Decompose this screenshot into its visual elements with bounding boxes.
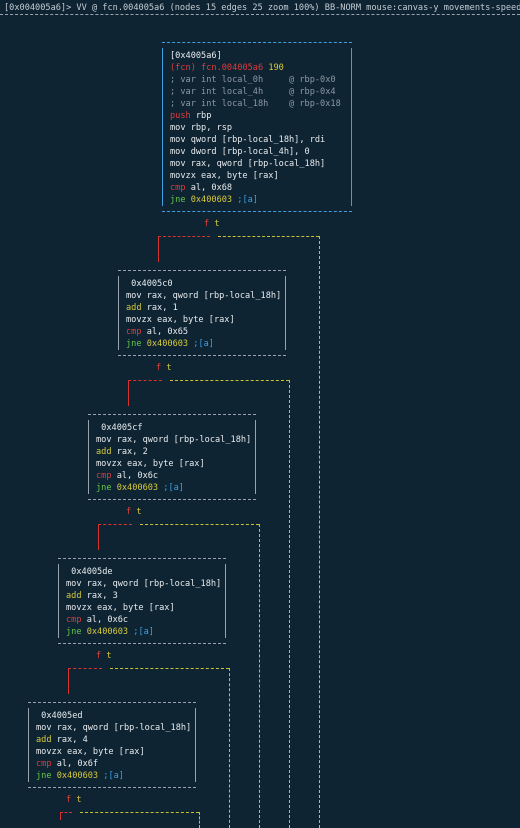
instr-mov: mov dword [rbp-local_4h], 0: [170, 147, 310, 157]
instr-movzx: movzx eax, byte [rax]: [96, 459, 205, 469]
block-right-border: [351, 48, 352, 206]
false-edge-horizontal: [68, 668, 102, 669]
block-right-border: [225, 564, 226, 638]
true-branch-label: t: [166, 363, 172, 373]
instr-cmp: cmp al, 0x6c: [66, 615, 129, 625]
instr-add: add rax, 2: [96, 447, 148, 457]
instr-add: add rax, 4: [36, 735, 88, 745]
false-edge-horizontal: [158, 236, 210, 237]
true-edge-rail: [289, 380, 290, 828]
block-address: 0x4005c0: [126, 279, 173, 289]
true-branch-label: t: [214, 219, 220, 229]
instr-movzx: movzx eax, byte [rax]: [126, 315, 235, 325]
branch-label: f t: [96, 650, 112, 662]
block-address: 0x4005cf: [96, 423, 143, 433]
instr-cmp: cmp al, 0x65: [126, 327, 189, 337]
block-left-border: [28, 708, 29, 782]
true-edge-rail: [259, 524, 260, 828]
instr-mov: mov rax, qword [rbp-local_18h]: [126, 291, 282, 301]
block-left-border: [118, 276, 119, 350]
instr-add: add rax, 3: [66, 591, 118, 601]
function-header: (fcn) fcn.004005a6 190: [170, 63, 284, 73]
false-edge-horizontal: [98, 524, 132, 525]
false-edge-vertical: [68, 668, 69, 694]
instr-cmp: cmp al, 0x6c: [96, 471, 159, 481]
block-left-border: [58, 564, 59, 638]
block-bottom-border: [162, 211, 352, 212]
false-edge-vertical: [128, 380, 129, 406]
true-edge-horizontal: [140, 524, 259, 525]
instr-cmp: cmp al, 0x6f: [36, 759, 99, 769]
basic-block-0x4005c0[interactable]: 0x4005c0 mov rax, qword [rbp-local_18h] …: [118, 270, 286, 356]
instr-mov: mov rax, qword [rbp-local_18h]: [170, 159, 326, 169]
block-top-border: [58, 558, 226, 559]
instr-mov: mov rax, qword [rbp-local_18h]: [66, 579, 222, 589]
var-local-4h: ; var int local_4h @ rbp-0x4: [170, 87, 336, 97]
status-separator: [0, 14, 520, 15]
true-edge-horizontal: [218, 236, 319, 237]
false-edge-vertical: [158, 236, 159, 262]
block-right-border: [285, 276, 286, 350]
instr-jne[interactable]: jne 0x400603 ;[a]: [170, 194, 341, 206]
false-edge-vertical: [60, 812, 61, 820]
true-branch-label: t: [76, 795, 82, 805]
true-branch-label: t: [106, 651, 112, 661]
basic-block-0x4005de[interactable]: 0x4005de mov rax, qword [rbp-local_18h] …: [58, 558, 226, 644]
false-edge-horizontal: [128, 380, 162, 381]
instr-jne[interactable]: jne 0x400603 ;[a]: [96, 482, 251, 494]
true-edge-horizontal: [110, 668, 229, 669]
instr-mov: mov rbp, rsp: [170, 123, 233, 133]
true-edge-horizontal: [170, 380, 289, 381]
block-address: 0x4005de: [66, 567, 113, 577]
branch-label: f t: [126, 506, 142, 518]
instr-push: push rbp: [170, 111, 212, 121]
true-edge-rail: [229, 668, 230, 828]
instr-movzx: movzx eax, byte [rax]: [36, 747, 145, 757]
basic-block-0x4005ed[interactable]: 0x4005ed mov rax, qword [rbp-local_18h] …: [28, 702, 196, 788]
instr-cmp: cmp al, 0x68: [170, 183, 233, 193]
false-edge-vertical: [98, 524, 99, 550]
instr-movzx: movzx eax, byte [rax]: [66, 603, 175, 613]
block-top-border: [118, 270, 286, 271]
true-branch-label: t: [136, 507, 142, 517]
block-top-border: [162, 42, 352, 43]
false-edge-horizontal: [60, 812, 72, 813]
var-local-18h: ; var int local_18h @ rbp-0x18: [170, 99, 341, 109]
true-edge-horizontal: [80, 812, 199, 813]
block-address: 0x4005ed: [36, 711, 83, 721]
block-right-border: [195, 708, 196, 782]
instr-mov: mov qword [rbp-local_18h], rdi: [170, 135, 326, 145]
block-bottom-border: [58, 643, 226, 644]
instr-jne[interactable]: jne 0x400603 ;[a]: [36, 770, 191, 782]
branch-label: f t: [156, 362, 172, 374]
block-bottom-border: [88, 499, 256, 500]
status-bar: [0x004005a6]> VV @ fcn.004005a6 (nodes 1…: [4, 3, 520, 13]
instr-add: add rax, 1: [126, 303, 178, 313]
var-local-0h: ; var int local_0h @ rbp-0x0: [170, 75, 336, 85]
instr-jne[interactable]: jne 0x400603 ;[a]: [66, 626, 221, 638]
instr-mov: mov rax, qword [rbp-local_18h]: [36, 723, 192, 733]
true-edge-rail: [319, 236, 320, 828]
true-edge-rail: [199, 812, 200, 828]
block-bottom-border: [118, 355, 286, 356]
basic-block-0x4005cf[interactable]: 0x4005cf mov rax, qword [rbp-local_18h] …: [88, 414, 256, 500]
branch-label: f t: [66, 794, 82, 806]
block-bottom-border: [28, 787, 196, 788]
branch-label: f t: [204, 218, 220, 230]
block-left-border: [88, 420, 89, 494]
instr-movzx: movzx eax, byte [rax]: [170, 171, 279, 181]
entry-basic-block[interactable]: [0x4005a6] (fcn) fcn.004005a6 190 ; var …: [162, 42, 352, 212]
block-top-border: [88, 414, 256, 415]
block-address: [0x4005a6]: [170, 51, 222, 61]
instr-mov: mov rax, qword [rbp-local_18h]: [96, 435, 252, 445]
block-left-border: [162, 48, 163, 206]
block-right-border: [255, 420, 256, 494]
instr-jne[interactable]: jne 0x400603 ;[a]: [126, 338, 281, 350]
block-top-border: [28, 702, 196, 703]
